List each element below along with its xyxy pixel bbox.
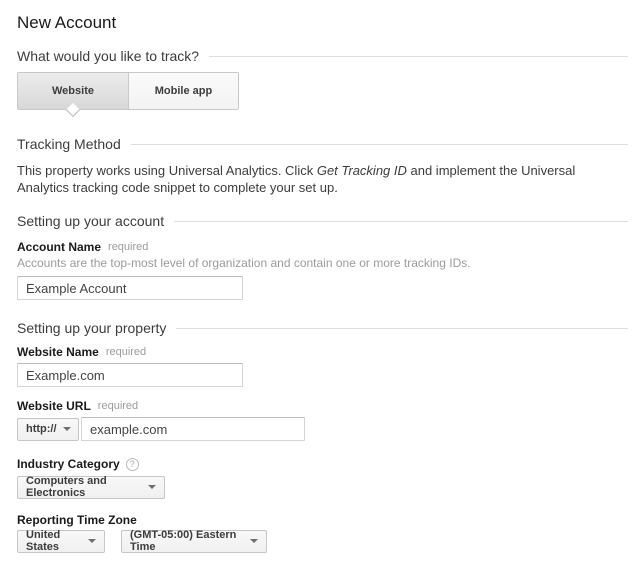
get-tracking-id-reference: Get Tracking ID — [317, 163, 407, 178]
website-name-label: Website Name — [17, 345, 99, 359]
property-section-heading: Setting up your property — [17, 320, 628, 337]
tab-website-label: Website — [52, 85, 94, 97]
description-text: This property works using Universal Anal… — [17, 163, 317, 178]
account-section-heading: Setting up your account — [17, 213, 628, 230]
selected-tab-pointer — [66, 103, 80, 117]
url-protocol-dropdown[interactable]: http:// — [17, 418, 79, 441]
account-name-helper: Accounts are the top-most level of organ… — [17, 256, 628, 271]
account-name-input[interactable] — [17, 276, 243, 300]
property-heading-text: Setting up your property — [17, 320, 166, 337]
track-type-tabs: Website Mobile app — [17, 72, 239, 110]
section-divider — [209, 56, 628, 57]
required-badge: required — [106, 345, 146, 359]
tab-website[interactable]: Website — [18, 73, 128, 109]
website-url-label-row: Website URL required — [17, 399, 628, 413]
required-badge: required — [98, 399, 138, 413]
website-url-input[interactable] — [81, 417, 305, 441]
account-heading-text: Setting up your account — [17, 213, 164, 230]
country-dropdown[interactable]: United States — [17, 530, 105, 553]
country-value: United States — [26, 529, 82, 553]
track-heading-text: What would you like to track? — [17, 48, 199, 65]
track-section-heading: What would you like to track? — [17, 48, 628, 65]
account-name-label-row: Account Name required — [17, 240, 628, 254]
new-account-form: New Account What would you like to track… — [0, 0, 640, 553]
reporting-time-zone-label-row: Reporting Time Zone — [17, 513, 628, 527]
chevron-down-icon — [148, 485, 156, 489]
industry-category-label: Industry Category — [17, 457, 120, 471]
chevron-down-icon — [88, 539, 96, 543]
section-divider — [176, 328, 628, 329]
chevron-down-icon — [63, 427, 71, 431]
tracking-method-description: This property works using Universal Anal… — [17, 162, 628, 196]
page-title: New Account — [17, 13, 628, 33]
required-badge: required — [108, 240, 148, 254]
account-name-label: Account Name — [17, 240, 101, 254]
section-divider — [174, 221, 628, 222]
url-protocol-value: http:// — [26, 423, 57, 435]
website-url-label: Website URL — [17, 399, 91, 413]
industry-category-dropdown[interactable]: Computers and Electronics — [17, 476, 165, 499]
tab-mobile-app[interactable]: Mobile app — [128, 73, 238, 109]
reporting-time-zone-row: United States (GMT-05:00) Eastern Time — [17, 530, 628, 553]
section-divider — [131, 144, 628, 145]
tracking-method-heading: Tracking Method — [17, 136, 628, 153]
website-url-row: http:// — [17, 417, 628, 441]
time-zone-value: (GMT-05:00) Eastern Time — [130, 529, 244, 553]
tab-mobile-app-label: Mobile app — [155, 85, 212, 97]
industry-category-value: Computers and Electronics — [26, 475, 142, 499]
reporting-time-zone-label: Reporting Time Zone — [17, 513, 137, 527]
tracking-method-heading-text: Tracking Method — [17, 136, 121, 153]
chevron-down-icon — [250, 539, 258, 543]
time-zone-dropdown[interactable]: (GMT-05:00) Eastern Time — [121, 530, 267, 553]
help-icon[interactable]: ? — [126, 458, 139, 471]
industry-category-label-row: Industry Category ? — [17, 457, 628, 471]
website-name-label-row: Website Name required — [17, 345, 628, 359]
website-name-input[interactable] — [17, 363, 243, 387]
